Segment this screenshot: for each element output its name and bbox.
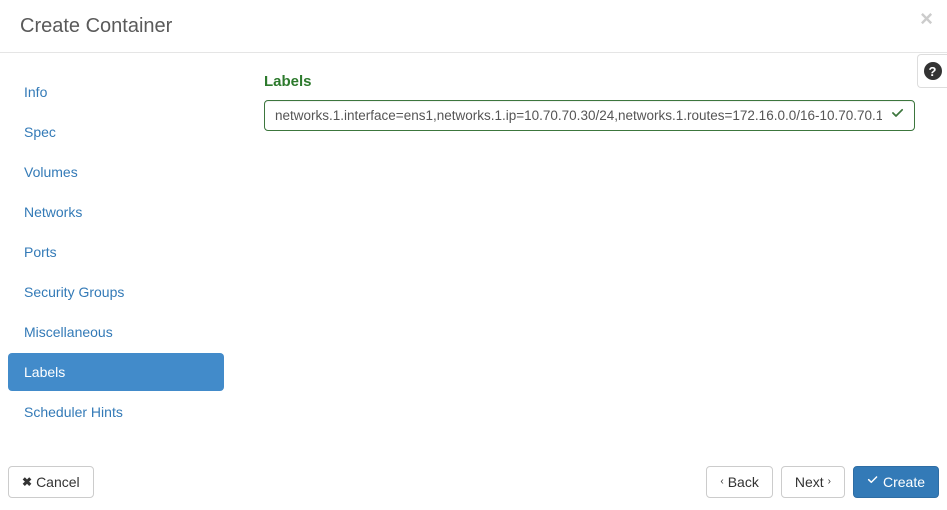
close-button[interactable]: × <box>920 8 933 30</box>
chevron-right-icon: › <box>828 477 831 487</box>
sidebar-item-miscellaneous[interactable]: Miscellaneous <box>8 313 224 351</box>
cancel-icon: ✖ <box>22 475 32 489</box>
create-check-icon <box>867 475 879 490</box>
help-icon: ? <box>924 62 942 80</box>
create-label: Create <box>883 474 925 490</box>
help-button[interactable]: ? <box>917 54 947 88</box>
modal-header: Create Container × <box>0 0 947 53</box>
sidebar-item-info[interactable]: Info <box>8 73 224 111</box>
next-button[interactable]: Next › <box>781 466 845 498</box>
sidebar-item-networks[interactable]: Networks <box>8 193 224 231</box>
labels-input[interactable] <box>264 100 915 131</box>
cancel-label: Cancel <box>36 474 80 490</box>
next-label: Next <box>795 474 824 490</box>
back-button[interactable]: ‹ Back <box>706 466 772 498</box>
modal-body: Info Spec Volumes Networks Ports Securit… <box>0 53 947 453</box>
sidebar-item-labels[interactable]: Labels <box>8 353 224 391</box>
modal-title: Create Container <box>20 15 927 38</box>
modal-footer: ✖ Cancel ‹ Back Next › Create <box>0 454 947 510</box>
sidebar-item-security-groups[interactable]: Security Groups <box>8 273 224 311</box>
content-panel: Labels <box>224 73 939 433</box>
close-icon: × <box>920 6 933 31</box>
cancel-button[interactable]: ✖ Cancel <box>8 466 94 498</box>
sidebar-item-volumes[interactable]: Volumes <box>8 153 224 191</box>
chevron-left-icon: ‹ <box>720 477 723 487</box>
section-title: Labels <box>264 73 915 90</box>
sidebar: Info Spec Volumes Networks Ports Securit… <box>8 73 224 433</box>
labels-input-wrapper <box>264 100 915 131</box>
create-button[interactable]: Create <box>853 466 939 498</box>
sidebar-item-spec[interactable]: Spec <box>8 113 224 151</box>
sidebar-item-ports[interactable]: Ports <box>8 233 224 271</box>
sidebar-item-scheduler-hints[interactable]: Scheduler Hints <box>8 393 224 431</box>
back-label: Back <box>728 474 759 490</box>
